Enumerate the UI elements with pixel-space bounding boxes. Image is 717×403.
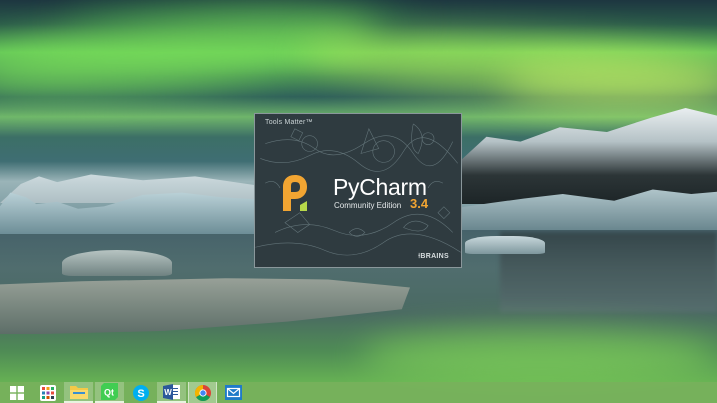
chrome-icon (194, 384, 211, 401)
tagline: Tools Matter™ (265, 119, 313, 126)
svg-text:S: S (137, 388, 144, 400)
taskbar-apps-button[interactable] (33, 382, 62, 403)
jetbrains-logo: ⟊BRAINS (418, 253, 449, 261)
taskbar-chrome[interactable] (188, 382, 217, 403)
pycharm-logo-icon (283, 175, 307, 211)
start-button[interactable] (2, 382, 31, 403)
taskbar-mail[interactable] (219, 382, 248, 403)
wallpaper-water-glow (360, 330, 717, 380)
qt-creator-icon: Qt (101, 383, 118, 400)
taskbar-word[interactable]: W (157, 382, 186, 403)
wallpaper-iceberg (62, 250, 172, 276)
folder-icon (69, 386, 88, 399)
product-version: 3.4 (410, 196, 429, 211)
wallpaper-mountain (455, 108, 717, 204)
desktop: Tools Matter™ PyCharm Community Edition … (0, 0, 717, 403)
windows-logo-icon (9, 385, 24, 400)
wallpaper-iceberg (465, 236, 545, 254)
svg-text:Qt: Qt (104, 388, 114, 398)
taskbar: Qt S W (0, 382, 717, 403)
vendor-name: BRAINS (420, 253, 449, 260)
mail-icon (225, 385, 242, 400)
taskbar-qt-creator[interactable]: Qt (95, 382, 124, 403)
skype-icon: S (132, 384, 149, 401)
app-grid-icon (39, 384, 56, 401)
taskbar-skype[interactable]: S (126, 382, 155, 403)
svg-text:W: W (164, 388, 172, 397)
product-edition: Community Edition (334, 201, 402, 210)
word-icon: W (163, 383, 180, 400)
taskbar-file-explorer[interactable] (64, 382, 93, 403)
pycharm-splash-screen: Tools Matter™ PyCharm Community Edition … (254, 113, 462, 268)
